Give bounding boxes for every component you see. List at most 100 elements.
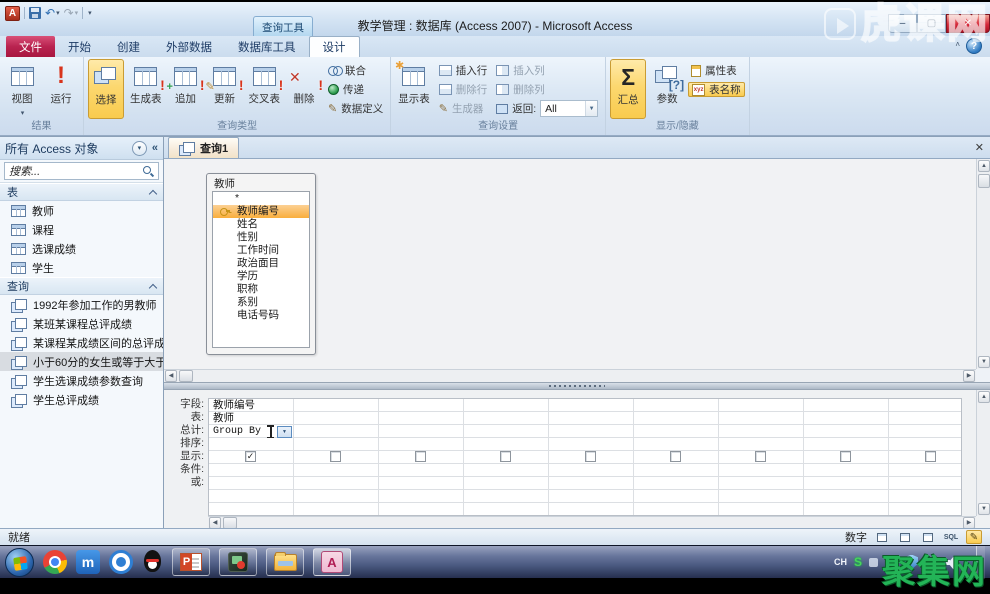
scroll-up-button[interactable]: ▲ [978, 391, 990, 403]
show-checkbox[interactable] [925, 451, 936, 462]
show-checkbox[interactable] [840, 451, 851, 462]
field-row-title[interactable]: 职称 [213, 283, 309, 296]
scroll-down-button[interactable]: ▼ [978, 503, 990, 515]
field-row-political[interactable]: 政治面目 [213, 257, 309, 270]
tab-create[interactable]: 创建 [104, 36, 153, 57]
show-checkbox[interactable] [670, 451, 681, 462]
tab-home[interactable]: 开始 [55, 36, 104, 57]
field-row-name[interactable]: 姓名 [213, 218, 309, 231]
nav-item-table-student[interactable]: 学生 [0, 258, 163, 277]
grid-cell-field[interactable]: 教师编号 [213, 399, 255, 412]
tray-mouse-icon[interactable] [885, 556, 898, 569]
insert-rows-button[interactable]: 插入行 [436, 63, 491, 78]
help-icon[interactable]: ? [966, 38, 982, 54]
nav-item-table-grades[interactable]: 选课成绩 [0, 239, 163, 258]
grid-cell-total[interactable]: Group By [213, 425, 261, 438]
delete-columns-button[interactable]: 删除列 [493, 82, 601, 97]
tab-external-data[interactable]: 外部数据 [153, 36, 225, 57]
nav-menu-icon[interactable]: ▾ [132, 141, 147, 156]
show-checkbox[interactable] [415, 451, 426, 462]
show-table-button[interactable]: ✱ 显示表 [395, 59, 433, 119]
chevron-down-icon[interactable]: ▼ [585, 101, 597, 116]
crosstab-button[interactable]: ! 交叉表 [246, 59, 284, 119]
taskbar-media-button[interactable] [219, 548, 257, 576]
nav-item-query-1[interactable]: 1992年参加工作的男教师 [0, 295, 163, 314]
start-button[interactable] [5, 548, 34, 577]
data-definition-button[interactable]: ✎ 数据定义 [325, 101, 386, 116]
show-desktop-button[interactable] [976, 546, 985, 579]
taskbar-browser-icon[interactable] [109, 550, 133, 574]
delete-rows-button[interactable]: 删除行 [436, 82, 491, 97]
update-button[interactable]: ✎! 更新 [207, 59, 243, 119]
nav-item-query-2[interactable]: 某班某课程总评成绩 [0, 314, 163, 333]
taskbar-access-button[interactable]: A [313, 548, 351, 576]
maximize-button[interactable]: ▢ [917, 14, 946, 33]
grid-cell-table[interactable]: 教师 [213, 412, 234, 425]
pass-through-button[interactable]: 传递 [325, 82, 386, 97]
tab-file[interactable]: 文件 [6, 36, 55, 57]
scroll-thumb[interactable] [179, 370, 193, 382]
nav-section-tables[interactable]: 表 [0, 183, 163, 201]
taskbar-qq-icon[interactable] [142, 550, 163, 575]
design-view-button[interactable]: ✎ [966, 530, 982, 544]
nav-item-query-4[interactable]: 小于60分的女生或等于大于... [0, 352, 163, 371]
delete-query-button[interactable]: ✕! 删除 [286, 59, 322, 119]
field-row-work-time[interactable]: 工作时间 [213, 244, 309, 257]
field-list-window[interactable]: 教师 * 教师编号 姓名 性别 工作时间 政治面目 学历 职称 系别 电话号码 [206, 173, 316, 355]
table-names-button[interactable]: xyz 表名称 [688, 82, 745, 97]
document-tab-query1[interactable]: 查询1 [168, 137, 239, 158]
sogou-ime-icon[interactable]: S [854, 555, 862, 569]
return-combobox[interactable]: All ▼ [540, 100, 598, 117]
append-button[interactable]: +! 追加 [168, 59, 204, 119]
nav-pane-header[interactable]: 所有 Access 对象 ▾ « [0, 137, 163, 160]
close-button[interactable]: ✕ [946, 14, 990, 33]
total-dropdown-button[interactable]: ▼ [277, 426, 292, 438]
tab-design[interactable]: 设计 [309, 36, 360, 57]
pivotchart-view-button[interactable] [920, 530, 936, 544]
minimize-ribbon-icon[interactable]: ˄ [955, 40, 960, 49]
show-checkbox[interactable] [585, 451, 596, 462]
totals-button[interactable]: Σ 汇总 [610, 59, 646, 119]
field-row-teacher-id[interactable]: 教师编号 [213, 205, 309, 218]
view-button[interactable]: 视图 ▾ [4, 59, 40, 119]
query-design-surface[interactable]: 教师 * 教师编号 姓名 性别 工作时间 政治面目 学历 职称 系别 电话号码 [164, 159, 976, 369]
scroll-left-button[interactable]: ◀ [165, 370, 177, 382]
security-shield-icon[interactable] [905, 555, 918, 570]
search-icon[interactable] [142, 165, 154, 177]
taskbar-chrome-icon[interactable] [43, 550, 67, 574]
scroll-up-button[interactable]: ▲ [978, 160, 990, 172]
datasheet-view-button[interactable] [874, 530, 890, 544]
scroll-right-button[interactable]: ▶ [963, 370, 975, 382]
search-input[interactable]: 搜索... [4, 162, 159, 180]
nav-item-query-3[interactable]: 某课程某成绩区间的总评成绩 [0, 333, 163, 352]
nav-item-table-course[interactable]: 课程 [0, 220, 163, 239]
shutter-bar-close-icon[interactable]: « [152, 142, 158, 154]
volume-icon[interactable] [946, 556, 961, 569]
builder-button[interactable]: ✎ 生成器 [436, 101, 491, 116]
design-horizontal-scrollbar[interactable]: ◀ ▶ [164, 369, 976, 382]
show-checkbox[interactable] [330, 451, 341, 462]
nav-section-queries[interactable]: 查询 [0, 277, 163, 295]
minimize-button[interactable]: ‒ [888, 14, 917, 33]
nav-item-table-teacher[interactable]: 教师 [0, 201, 163, 220]
nav-item-query-6[interactable]: 学生总评成绩 [0, 390, 163, 409]
make-table-button[interactable]: ! 生成表 [127, 59, 165, 119]
pivottable-view-button[interactable] [897, 530, 913, 544]
run-button[interactable]: ! 运行 [43, 59, 79, 119]
taskbar-maxthon-icon[interactable]: m [76, 550, 100, 574]
language-indicator[interactable]: CH [834, 557, 847, 567]
network-icon[interactable] [925, 557, 939, 568]
pane-splitter[interactable] [164, 382, 990, 390]
tray-app-icon[interactable] [869, 558, 878, 567]
field-row-department[interactable]: 系别 [213, 296, 309, 309]
close-document-icon[interactable]: ✕ [975, 141, 984, 154]
design-vertical-scrollbar[interactable]: ▲ ▼ [976, 159, 990, 369]
property-sheet-button[interactable]: 属性表 [688, 63, 745, 78]
scroll-down-button[interactable]: ▼ [978, 356, 990, 368]
show-checkbox[interactable] [755, 451, 766, 462]
taskbar-powerpoint-button[interactable] [172, 548, 210, 576]
union-button[interactable]: 联合 [325, 63, 386, 78]
field-row-phone[interactable]: 电话号码 [213, 309, 309, 322]
scroll-thumb[interactable] [978, 174, 990, 188]
parameters-button[interactable]: [?] 参数 [649, 59, 685, 119]
